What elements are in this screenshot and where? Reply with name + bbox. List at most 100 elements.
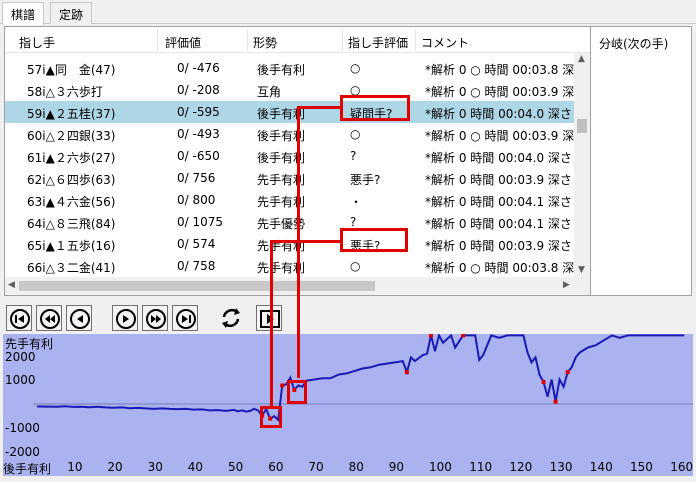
vertical-scroll-thumb[interactable] <box>577 119 587 133</box>
cell-eval: 0/ 756 <box>177 171 216 185</box>
callout-line <box>297 106 340 109</box>
move-row[interactable]: 63i▲４六金(56) 0/ 800 先手有利・ *解析 0 時間 00:04.1 深… <box>5 189 574 211</box>
x-axis-tick: 90 <box>388 460 405 474</box>
x-axis-tick: 30 <box>147 460 163 474</box>
cell-move-eval: ○ <box>350 259 361 273</box>
cell-comment: *解析 0 時間 00:03.9 深さ <box>425 173 572 187</box>
cell-comment: *解析 0 ○ 時間 00:03.9 深 <box>425 85 575 99</box>
scroll-left-icon[interactable]: ◀ <box>8 280 15 290</box>
move-row[interactable]: 65i▲１五歩(16) 0/ 574 先手有利 悪手? *解析 0 時間 00:03.9… <box>5 233 574 255</box>
forward-many-button[interactable] <box>142 305 168 331</box>
tab-bar: 棋譜 定跡 <box>0 0 696 25</box>
cell-move: 63i▲４六金(56) <box>27 195 116 209</box>
graph-marker-move-62 <box>287 380 307 404</box>
cell-move: 60i△２四銀(33) <box>27 129 116 143</box>
move-marker <box>565 370 570 375</box>
first-icon <box>10 309 30 329</box>
y-axis-label: 1000 <box>5 373 36 387</box>
cell-comment: *解析 0 ○ 時間 00:03.9 深 <box>425 129 575 143</box>
cell-eval: 0/ -650 <box>177 149 220 163</box>
cell-move: 61i▲２六歩(27) <box>27 151 116 165</box>
cell-comment: *解析 0 時間 00:04.0 深さ <box>425 151 572 165</box>
x-axis-tick: 10 <box>67 460 83 474</box>
last-icon <box>176 309 196 329</box>
forward-many-icon <box>146 309 166 329</box>
y-axis-label: -1000 <box>5 421 40 435</box>
play-button[interactable] <box>256 305 282 331</box>
navigation-toolbar <box>0 303 696 333</box>
cell-comment: *解析 0 時間 00:03.9 深さ <box>425 239 572 253</box>
column-separator[interactable] <box>415 29 416 51</box>
cell-eval: 0/ -493 <box>177 127 220 141</box>
column-separator[interactable] <box>247 29 248 51</box>
last-move-button[interactable] <box>172 305 198 331</box>
callout-line <box>297 106 300 378</box>
cell-eval: 0/ -208 <box>177 83 220 97</box>
move-marker <box>461 334 466 338</box>
x-axis-tick: 80 <box>348 460 364 474</box>
forward-button[interactable] <box>112 305 138 331</box>
forward-icon <box>116 309 136 329</box>
move-list-header: 指し手 評価値 形勢 指し手評価 コメント <box>5 27 590 53</box>
cell-move-eval: 悪手? <box>350 173 381 187</box>
tab-joseki[interactable]: 定跡 <box>50 2 93 24</box>
callout-box-questionable <box>340 95 410 121</box>
y-axis-label: -2000 <box>5 445 40 459</box>
cell-move: 66i△３二金(41) <box>27 261 116 275</box>
column-header-eval[interactable]: 評価値 <box>165 34 201 51</box>
x-axis-tick: 70 <box>308 460 324 474</box>
scroll-down-icon[interactable]: ▼ <box>578 265 585 275</box>
cell-eval: 0/ -595 <box>177 105 220 119</box>
x-axis-tick: 40 <box>187 460 204 474</box>
flip-board-icon <box>222 308 240 328</box>
cell-move: 64i△８三飛(84) <box>27 217 116 231</box>
move-row[interactable]: 59i▲２五桂(37) 0/ -595 後手有利 疑問手? *解析 0 時間 00:04… <box>5 101 574 123</box>
move-row[interactable]: 64i△８三飛(84) 0/ 1075 先手優勢? *解析 0 時間 00:04.1 … <box>5 211 574 233</box>
cell-move-eval: ? <box>350 215 357 229</box>
tab-kifu[interactable]: 棋譜 <box>2 2 45 25</box>
scroll-up-icon[interactable]: ▲ <box>578 54 585 64</box>
cell-comment: *解析 0 ○ 時間 00:03.8 深 <box>425 63 575 77</box>
horizontal-scroll-thumb[interactable] <box>19 281 375 291</box>
first-move-button[interactable] <box>6 305 32 331</box>
callout-line <box>270 240 273 406</box>
move-row[interactable]: 58i△３六歩打 0/ -208 互角 ○ *解析 0 ○ 時間 00:03.9 深 <box>5 79 574 101</box>
evaluation-chart[interactable] <box>3 334 693 476</box>
column-separator[interactable] <box>342 29 343 51</box>
cell-eval: 0/ 574 <box>177 237 216 251</box>
cell-situation: 互角 <box>257 85 282 99</box>
move-row[interactable]: 57i▲同 金(47) 0/ -476 後手有利 ○ *解析 0 ○ 時間 00:03.… <box>5 57 574 79</box>
cell-move: 65i▲１五歩(16) <box>27 239 116 253</box>
branch-panel[interactable]: 分岐(次の手) <box>590 27 691 295</box>
column-header-move[interactable]: 指し手 <box>19 34 55 51</box>
column-header-comment[interactable]: コメント <box>421 34 469 51</box>
graph-marker-move-59 <box>260 406 282 428</box>
cell-eval: 0/ 758 <box>177 259 216 273</box>
cell-move: 57i▲同 金(47) <box>27 63 116 77</box>
x-axis-tick: 140 <box>589 460 613 474</box>
cell-move-eval: ・ <box>350 195 363 209</box>
move-row[interactable]: 62i△６四歩(63) 0/ 756 先手有利 悪手? *解析 0 時間 00:03.9… <box>5 167 574 189</box>
cell-comment: *解析 0 時間 00:04.1 深さ <box>425 195 572 209</box>
column-header-move-eval[interactable]: 指し手評価 <box>348 34 408 51</box>
move-row[interactable]: 66i△３二金(41) 0/ 758 先手有利 ○ *解析 0 ○ 時間 00:03.8… <box>5 255 574 277</box>
column-separator[interactable] <box>157 29 158 51</box>
cell-move-eval: ○ <box>350 127 361 141</box>
x-axis-tick: 130 <box>549 460 573 474</box>
back-many-button[interactable] <box>36 305 62 331</box>
move-row[interactable]: 61i▲２六歩(27) 0/ -650 後手有利? *解析 0 時間 00:04.0 … <box>5 145 574 167</box>
x-axis-tick: 50 <box>228 460 244 474</box>
back-many-icon <box>40 309 60 329</box>
back-button[interactable] <box>66 305 92 331</box>
move-row[interactable]: 60i△２四銀(33) 0/ -493 後手有利 ○ *解析 0 ○ 時間 00:03.… <box>5 123 574 145</box>
column-header-situation[interactable]: 形勢 <box>253 34 277 51</box>
scroll-right-icon[interactable]: ▶ <box>563 280 570 290</box>
vertical-scrollbar[interactable]: ▲ ▼ <box>574 53 590 277</box>
flip-board-button[interactable] <box>218 305 244 331</box>
evaluation-graph[interactable]: 先手有利 後手有利 2000 1000 -1000 -2000 10 20 30 40… <box>3 334 693 476</box>
cell-comment: *解析 0 時間 00:04.1 深さ <box>425 217 572 231</box>
graph-bottom-label: 後手有利 <box>3 462 52 476</box>
x-axis-tick: 160 <box>670 460 693 474</box>
cell-comment: *解析 0 時間 00:04.0 深さ <box>425 107 572 121</box>
cell-eval: 0/ 1075 <box>177 215 224 229</box>
